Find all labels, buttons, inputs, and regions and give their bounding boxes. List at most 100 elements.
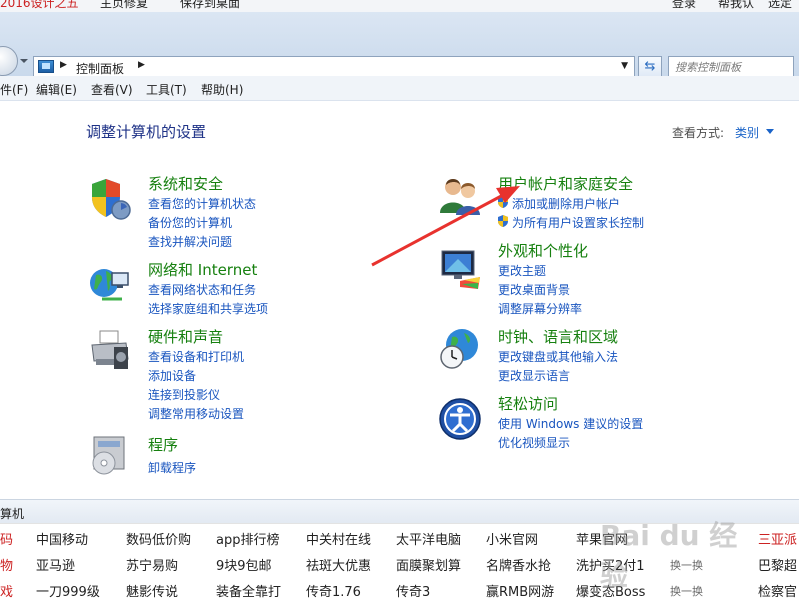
top-strip-item[interactable]: 2016设计之五 (0, 0, 79, 11)
grid-link[interactable]: 装备全靠打 (216, 581, 281, 600)
clock-globe-icon[interactable] (438, 327, 482, 371)
category-hardware-sound[interactable]: 硬件和声音 (148, 326, 223, 347)
grid-link[interactable]: 9块9包邮 (216, 555, 272, 574)
refresh-button[interactable]: ⇆ (638, 56, 662, 78)
menu-tools[interactable]: 工具(T) (146, 81, 187, 98)
top-strip-item[interactable]: 选定 (768, 0, 792, 11)
link-change-keyboard[interactable]: 更改键盘或其他输入法 (498, 348, 618, 365)
browser-link-grid: 码 中国移动 数码低价购 app排行榜 中关村在线 太平洋电脑 小米官网 苹果官… (0, 523, 799, 602)
status-text: 算机 (0, 507, 25, 521)
link-screen-resolution[interactable]: 调整屏幕分辨率 (498, 300, 582, 317)
breadcrumb-chevron-icon[interactable]: ▶ (138, 60, 145, 70)
grid-link[interactable]: 面膜聚划算 (396, 555, 461, 574)
menu-help[interactable]: 帮助(H) (201, 81, 243, 98)
link-optimize-display[interactable]: 优化视频显示 (498, 434, 570, 451)
link-change-theme[interactable]: 更改主题 (498, 262, 546, 279)
category-user-accounts[interactable]: 用户帐户和家庭安全 (498, 173, 633, 194)
menu-view[interactable]: 查看(V) (91, 81, 133, 98)
grid-row-label[interactable]: 物 (0, 555, 13, 574)
link-add-device[interactable]: 添加设备 (148, 367, 196, 384)
link-uninstall-program[interactable]: 卸载程序 (148, 459, 196, 476)
link-parental-controls[interactable]: 为所有用户设置家长控制 (512, 214, 644, 231)
programs-icon[interactable] (88, 433, 132, 477)
top-strip-item[interactable]: 登录 (672, 0, 696, 11)
category-ease-of-access[interactable]: 轻松访问 (498, 393, 558, 414)
grid-right-link[interactable]: 三亚派 (758, 529, 797, 548)
network-globe-icon[interactable] (88, 263, 132, 307)
category-network-internet[interactable]: 网络和 Internet (148, 259, 257, 280)
grid-link[interactable]: 洗护买2付1 (576, 555, 645, 574)
address-dropdown-icon[interactable]: ▼ (621, 61, 628, 71)
grid-link[interactable]: 小米官网 (486, 529, 538, 548)
breadcrumb-chevron-icon[interactable]: ▶ (60, 60, 67, 70)
forward-button[interactable] (0, 46, 18, 76)
grid-row-label[interactable]: 戏 (0, 581, 13, 600)
address-field[interactable]: ▶ 控制面板 ▶ ▼ (33, 56, 635, 78)
monitor-palette-icon[interactable] (438, 247, 482, 291)
top-strip-item[interactable]: 主页修复 (100, 0, 148, 11)
refresh-icon: ⇆ (644, 59, 656, 74)
grid-row: 物 亚马逊 苏宁易购 9块9包邮 祛斑大优惠 面膜聚划算 名牌香水抢 洗护买2付… (0, 550, 799, 576)
page-title: 调整计算机的设置 (86, 123, 207, 141)
category-programs[interactable]: 程序 (148, 434, 178, 455)
grid-link[interactable]: 一刀999级 (36, 581, 100, 600)
users-icon[interactable] (438, 175, 482, 219)
chevron-down-icon[interactable] (766, 129, 774, 134)
accessibility-icon[interactable] (438, 397, 482, 441)
link-mobility-settings[interactable]: 调整常用移动设置 (148, 405, 244, 422)
swap-button[interactable]: 换一换 (670, 557, 703, 573)
shield-icon[interactable] (88, 177, 132, 221)
control-panel-content: 调整计算机的设置 查看方式: 类别 系统和安全 查看您的计算机状态 备份您的计算… (0, 101, 799, 499)
top-strip-item[interactable]: 保存到桌面 (180, 0, 240, 11)
link-connect-projector[interactable]: 连接到投影仪 (148, 386, 220, 403)
link-backup-computer[interactable]: 备份您的计算机 (148, 214, 232, 231)
breadcrumb-control-panel[interactable]: 控制面板 (76, 60, 124, 77)
menu-file[interactable]: 件(F) (0, 81, 28, 98)
grid-link[interactable]: 苏宁易购 (126, 555, 178, 574)
top-strip-item[interactable]: 帮我认 (718, 0, 754, 11)
grid-link[interactable]: 赢RMB网游 (486, 581, 554, 600)
control-panel-icon (38, 60, 54, 73)
menu-edit[interactable]: 编辑(E) (36, 81, 77, 98)
category-appearance[interactable]: 外观和个性化 (498, 240, 588, 261)
recent-pages-dropdown-icon[interactable] (20, 59, 28, 63)
view-by-label: 查看方式: (672, 126, 725, 140)
grid-link[interactable]: 太平洋电脑 (396, 529, 461, 548)
grid-link[interactable]: 中关村在线 (306, 529, 371, 548)
grid-link[interactable]: 名牌香水抢 (486, 555, 551, 574)
search-box[interactable] (668, 56, 794, 78)
grid-link[interactable]: 亚马逊 (36, 555, 75, 574)
printer-icon[interactable] (88, 329, 132, 373)
link-add-remove-accounts[interactable]: 添加或删除用户帐户 (512, 195, 620, 212)
category-clock-language[interactable]: 时钟、语言和区域 (498, 326, 618, 347)
link-desktop-background[interactable]: 更改桌面背景 (498, 281, 570, 298)
grid-link[interactable]: 传奇3 (396, 581, 430, 600)
grid-row: 码 中国移动 数码低价购 app排行榜 中关村在线 太平洋电脑 小米官网 苹果官… (0, 524, 799, 550)
grid-link[interactable]: app排行榜 (216, 529, 279, 548)
link-troubleshoot[interactable]: 查找并解决问题 (148, 233, 232, 250)
uac-shield-icon (498, 215, 508, 227)
grid-link[interactable]: 祛斑大优惠 (306, 555, 371, 574)
category-system-security[interactable]: 系统和安全 (148, 173, 223, 194)
view-by-dropdown[interactable]: 类别 (735, 124, 759, 141)
grid-link[interactable]: 爆变态Boss (576, 581, 645, 600)
grid-right-link[interactable]: 检察官 (758, 581, 797, 600)
address-toolbar: ▶ 控制面板 ▶ ▼ ⇆ (0, 12, 799, 78)
link-view-computer-status[interactable]: 查看您的计算机状态 (148, 195, 256, 212)
link-network-status[interactable]: 查看网络状态和任务 (148, 281, 256, 298)
link-devices-printers[interactable]: 查看设备和打印机 (148, 348, 244, 365)
status-bar: 算机 (0, 499, 799, 524)
swap-button[interactable]: 换一换 (670, 583, 703, 599)
grid-row-label[interactable]: 码 (0, 529, 13, 548)
grid-right-link[interactable]: 巴黎超 (758, 555, 797, 574)
search-input[interactable] (675, 58, 779, 76)
link-display-language[interactable]: 更改显示语言 (498, 367, 570, 384)
grid-link[interactable]: 传奇1.76 (306, 581, 361, 600)
grid-link[interactable]: 数码低价购 (126, 529, 191, 548)
grid-link[interactable]: 苹果官网 (576, 529, 628, 548)
link-homegroup-sharing[interactable]: 选择家庭组和共享选项 (148, 300, 268, 317)
link-recommended-settings[interactable]: 使用 Windows 建议的设置 (498, 415, 643, 432)
grid-link[interactable]: 魅影传说 (126, 581, 178, 600)
menu-bar: 件(F) 编辑(E) 查看(V) 工具(T) 帮助(H) (0, 76, 799, 101)
grid-link[interactable]: 中国移动 (36, 529, 88, 548)
